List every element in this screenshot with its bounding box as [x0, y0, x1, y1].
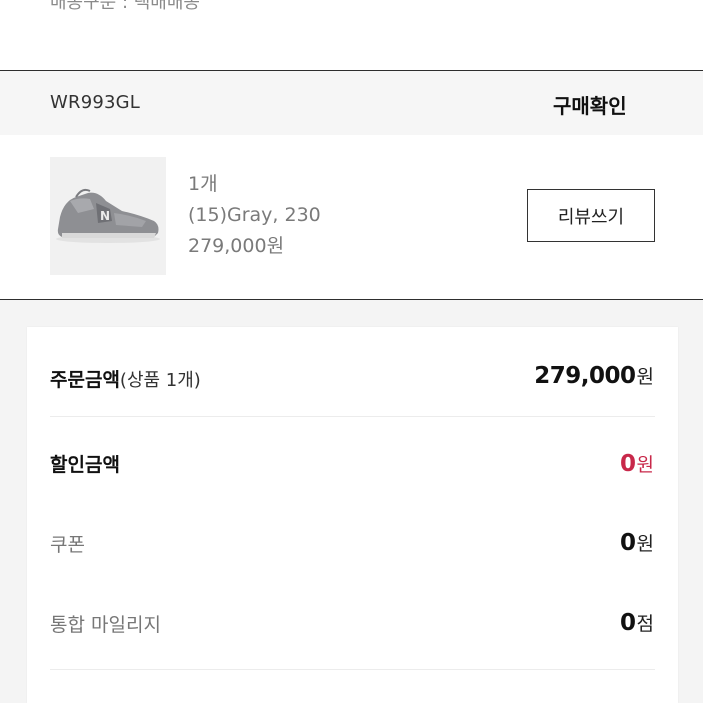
product-quantity: 1개	[188, 173, 218, 195]
product-info: 1개 (15)Gray, 230 279,000원	[188, 169, 321, 262]
order-item: N 1개 (15)Gray, 230 279,000원 리뷰쓰기	[0, 135, 703, 299]
order-amount-unit: 원	[636, 366, 654, 388]
summary-divider	[50, 669, 655, 670]
discount-value: 0	[620, 451, 636, 477]
write-review-button[interactable]: 리뷰쓰기	[527, 189, 655, 242]
product-price: 279,000원	[188, 235, 285, 257]
coupon-label: 쿠폰	[50, 534, 85, 556]
summary-divider	[50, 416, 655, 417]
mileage-unit: 점	[636, 613, 654, 635]
product-thumbnail[interactable]: N	[50, 157, 166, 275]
order-amount-label: 주문금액	[50, 369, 120, 391]
coupon-value-group: 0원	[620, 529, 654, 556]
order-amount-label-group: 주문금액(상품 1개)	[50, 365, 201, 392]
mileage-value-group: 0점	[620, 609, 654, 636]
mileage-value: 0	[620, 610, 636, 636]
discount-label: 할인금액	[50, 454, 120, 476]
discount-label-group: 할인금액	[50, 450, 120, 477]
logo-letter: N	[100, 209, 110, 223]
shipping-section: 배송구분 : 택배배송	[0, 0, 703, 70]
product-code: WR993GL	[50, 92, 141, 113]
shipping-type-text: 배송구분 : 택배배송	[50, 0, 200, 13]
discount-unit: 원	[636, 454, 654, 476]
gray-sneaker-image: N	[50, 157, 166, 275]
order-header: WR993GL 구매확인	[0, 71, 703, 135]
mileage-label: 통합 마일리지	[50, 614, 161, 636]
coupon-value: 0	[620, 530, 636, 556]
discount-value-group: 0원	[620, 450, 654, 477]
order-status: 구매확인	[553, 94, 627, 118]
mileage-label-group: 통합 마일리지	[50, 610, 161, 637]
coupon-unit: 원	[636, 533, 654, 555]
coupon-label-group: 쿠폰	[50, 530, 85, 557]
order-amount-value-group: 279,000원	[534, 362, 654, 389]
order-amount-item-count: (상품 1개)	[119, 370, 201, 391]
payment-summary-card: 주문금액(상품 1개) 279,000원 할인금액 0원 쿠폰 0원 통합 마일…	[27, 327, 678, 703]
order-amount-value: 279,000	[534, 363, 636, 389]
product-option: (15)Gray, 230	[188, 204, 321, 226]
